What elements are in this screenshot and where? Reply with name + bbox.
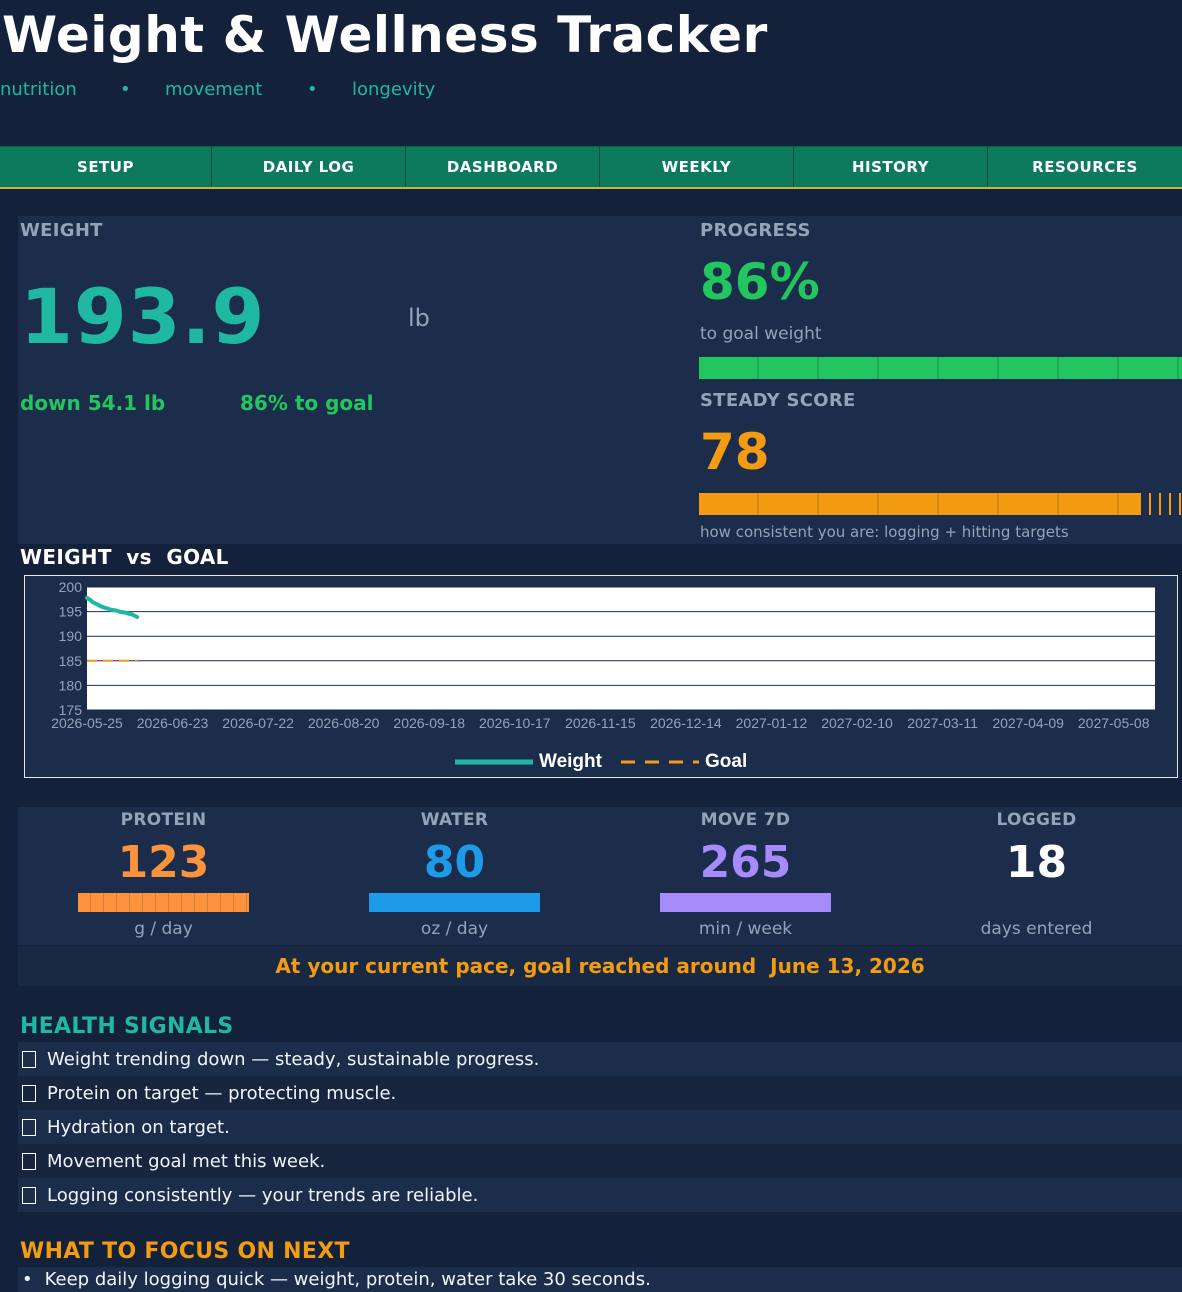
metric-value: 265 — [699, 837, 792, 888]
steady-score-caption: how consistent you are: logging + hittin… — [700, 523, 1069, 541]
focus-list: • Keep daily logging quick — weight, pro… — [18, 1267, 1182, 1292]
metric-unit: min / week — [698, 919, 793, 939]
tab-history[interactable]: HISTORY — [794, 147, 988, 187]
check-icon — [22, 1084, 36, 1102]
y-tick-label: 190 — [59, 628, 83, 644]
focus-title: WHAT TO FOCUS ON NEXT — [20, 1239, 350, 1264]
metric-protein: PROTEIN 123 g / day — [18, 807, 309, 945]
app-subtitle: nutrition • movement • longevity — [0, 79, 435, 100]
y-tick-label: 185 — [59, 653, 83, 669]
bullet-icon: • — [22, 1269, 33, 1290]
y-tick-label: 180 — [59, 677, 83, 693]
plot-area — [87, 587, 1155, 710]
health-signals-title: HEALTH SIGNALS — [20, 1014, 234, 1039]
weight-value: 193.9 — [20, 272, 266, 361]
x-tick-label: 2027-01-12 — [736, 715, 808, 731]
health-signals-list: Weight trending down — steady, sustainab… — [18, 1042, 1182, 1212]
focus-text: Keep daily logging quick — weight, prote… — [44, 1269, 651, 1290]
legend-label-weight: Weight — [539, 751, 603, 772]
metric-label: LOGGED — [996, 810, 1077, 830]
pace-banner: At your current pace, goal reached aroun… — [18, 946, 1182, 986]
x-tick-label: 2027-05-08 — [1078, 715, 1150, 731]
check-icon — [22, 1186, 36, 1204]
y-tick-label: 200 — [59, 579, 83, 595]
steady-score-value: 78 — [700, 423, 770, 481]
progress-value: 86% — [700, 253, 820, 311]
x-tick-label: 2026-10-17 — [479, 715, 551, 731]
tab-weekly[interactable]: WEEKLY — [600, 147, 794, 187]
chart-svg: 2001951901851801752026-05-25 2026-06-23 20… — [51, 579, 1155, 772]
metric-label: WATER — [420, 810, 489, 830]
signal-text: Movement goal met this week. — [47, 1150, 326, 1172]
x-tick-label: 2026-12-14 — [650, 715, 722, 731]
signal-text: Weight trending down — steady, sustainab… — [47, 1048, 540, 1070]
steady-score-bar — [699, 493, 1182, 515]
progress-bar — [699, 357, 1182, 379]
signal-item: Hydration on target. — [18, 1110, 1182, 1144]
metrics-strip: PROTEIN 123 g / day WATER 80 oz / day MO… — [18, 807, 1182, 945]
metric-label: MOVE 7D — [700, 810, 791, 830]
x-tick-label: 2027-04-09 — [992, 715, 1064, 731]
chart-title: WEIGHT vs GOAL — [20, 545, 229, 569]
signal-item: Weight trending down — steady, sustainab… — [18, 1042, 1182, 1076]
app-title: Weight & Wellness Tracker — [2, 6, 768, 64]
x-tick-label: 2026-07-22 — [222, 715, 294, 731]
weight-change: down 54.1 lb — [20, 391, 166, 415]
metric-unit: oz / day — [420, 919, 489, 939]
steady-score-fill — [699, 493, 1141, 515]
signal-item: Movement goal met this week. — [18, 1144, 1182, 1178]
signal-item: Protein on target — protecting muscle. — [18, 1076, 1182, 1110]
check-icon — [22, 1050, 36, 1068]
progress-label: PROGRESS — [700, 220, 811, 241]
x-tick-label: 2027-02-10 — [821, 715, 893, 731]
subtitle-movement: movement — [165, 79, 263, 100]
progress-caption: to goal weight — [700, 324, 822, 344]
metric-label: PROTEIN — [120, 810, 207, 830]
tab-resources[interactable]: RESOURCES — [988, 147, 1182, 187]
subtitle-nutrition: nutrition — [0, 79, 77, 100]
metric-unit: days entered — [980, 919, 1093, 939]
subtitle-separator: • — [307, 79, 318, 100]
legend-label-goal: Goal — [705, 751, 747, 772]
protein-bar — [78, 893, 249, 912]
subtitle-separator: • — [120, 79, 131, 100]
metric-unit: g / day — [134, 919, 193, 939]
x-tick-label: 2026-08-20 — [308, 715, 380, 731]
y-tick-label: 195 — [59, 604, 83, 620]
metric-move-7d: MOVE 7D 265 min / week — [600, 807, 891, 945]
signal-item: Logging consistently — your trends are r… — [18, 1178, 1182, 1212]
x-tick-label: 2026-11-15 — [565, 715, 636, 731]
x-tick-label: 2026-06-23 — [137, 715, 209, 731]
subtitle-longevity: longevity — [352, 79, 436, 100]
metric-value: 123 — [117, 837, 210, 888]
metric-value: 80 — [423, 837, 486, 888]
water-bar — [369, 893, 540, 912]
tab-daily-log[interactable]: DAILY LOG — [212, 147, 406, 187]
move-bar — [660, 893, 831, 912]
tab-dashboard[interactable]: DASHBOARD — [406, 147, 600, 187]
tab-bar: SETUP DAILY LOG DASHBOARD WEEKLY HISTORY… — [0, 146, 1182, 189]
metric-water: WATER 80 oz / day — [309, 807, 600, 945]
check-icon — [22, 1118, 36, 1136]
check-icon — [22, 1152, 36, 1170]
focus-item: • Keep daily logging quick — weight, pro… — [18, 1267, 1182, 1292]
weight-unit: lb — [408, 304, 430, 332]
signal-text: Protein on target — protecting muscle. — [47, 1082, 397, 1104]
x-tick-label: 2027-03-11 — [907, 715, 978, 731]
weight-vs-goal-chart: 200 195 190 185 180 175 2026-05-25 2026-06-23 20… — [24, 575, 1178, 778]
steady-score-label: STEADY SCORE — [700, 390, 856, 411]
metric-value: 18 — [1005, 837, 1068, 888]
signal-text: Logging consistently — your trends are r… — [47, 1184, 479, 1206]
x-tick-label: 2026-05-25 — [51, 715, 123, 731]
weight-to-goal: 86% to goal — [240, 391, 374, 415]
signal-text: Hydration on target. — [47, 1116, 230, 1138]
metric-logged: LOGGED 18 days entered — [891, 807, 1182, 945]
weight-label: WEIGHT — [20, 220, 103, 241]
x-tick-label: 2026-09-18 — [393, 715, 465, 731]
tab-setup[interactable]: SETUP — [0, 147, 212, 187]
